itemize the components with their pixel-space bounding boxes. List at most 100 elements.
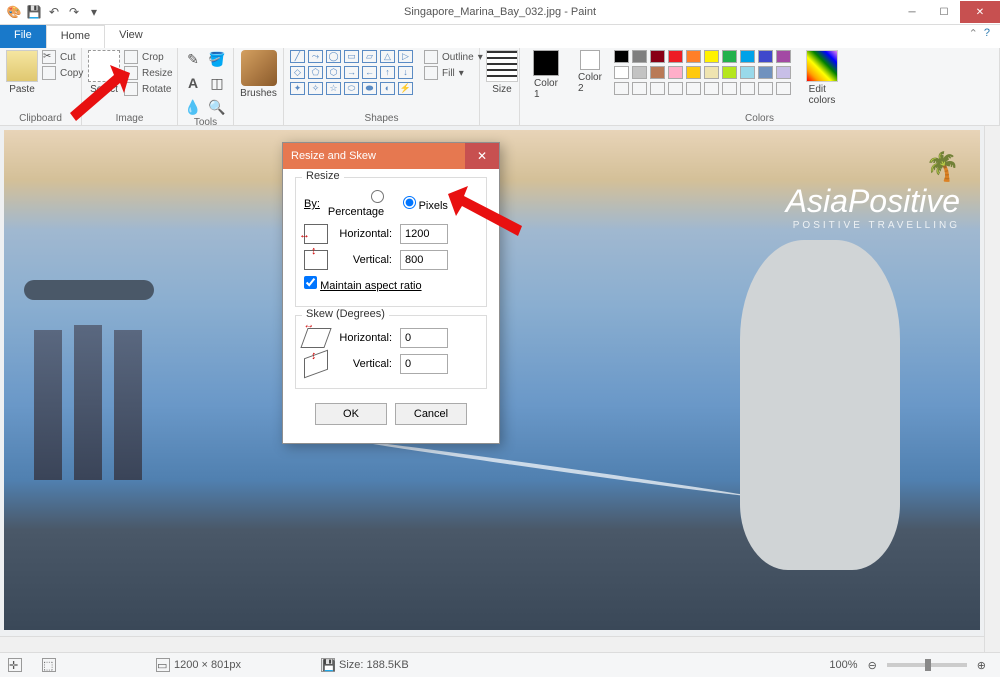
selection-icon: ⬚ <box>42 658 56 672</box>
pencil-icon[interactable]: ✎ <box>184 50 202 68</box>
close-button[interactable]: ✕ <box>960 1 1000 23</box>
palette-color[interactable] <box>704 50 719 63</box>
palette-empty[interactable] <box>668 82 683 95</box>
picker-icon[interactable]: 💧 <box>184 98 202 116</box>
palette-color[interactable] <box>758 50 773 63</box>
palette-color[interactable] <box>740 50 755 63</box>
shape-outline-button[interactable]: Outline ▾ <box>424 50 483 64</box>
resize-horizontal-input[interactable] <box>400 224 448 244</box>
palette-color[interactable] <box>686 50 701 63</box>
app-icon: 🎨 <box>6 4 22 20</box>
palette-color[interactable] <box>758 66 773 79</box>
save-icon[interactable]: 💾 <box>26 4 42 20</box>
tab-file[interactable]: File <box>0 25 46 48</box>
crop-icon <box>124 50 138 64</box>
minimize-button[interactable]: ─ <box>896 1 928 23</box>
dimensions-icon: ▭ <box>156 658 170 672</box>
status-bar: ✛ ⬚ ▭1200 × 801px 💾Size: 188.5KB 100% ⊖ … <box>0 652 1000 677</box>
vertical-scrollbar[interactable] <box>984 126 1000 652</box>
vertical-skew-icon: ↕ <box>304 350 328 379</box>
tab-home[interactable]: Home <box>46 25 105 48</box>
rotate-button[interactable]: Rotate <box>124 82 173 96</box>
copy-button[interactable]: Copy <box>42 66 83 80</box>
palette-color[interactable] <box>650 50 665 63</box>
horizontal-resize-icon: ↔ <box>304 224 328 244</box>
qat-dropdown-icon[interactable]: ▾ <box>86 4 102 20</box>
fill-icon <box>424 66 438 80</box>
palette-color[interactable] <box>650 66 665 79</box>
palette-color[interactable] <box>668 50 683 63</box>
zoom-in-button[interactable]: ⊕ <box>977 659 986 672</box>
palette-empty[interactable] <box>776 82 791 95</box>
dialog-titlebar[interactable]: Resize and Skew ✕ <box>283 143 499 169</box>
group-image-label: Image <box>88 112 171 124</box>
canvas-area: 🌴 AsiaPositive POSITIVE TRAVELLING <box>0 126 1000 652</box>
palette-empty[interactable] <box>722 82 737 95</box>
maintain-aspect-checkbox[interactable]: Maintain aspect ratio <box>304 276 422 292</box>
palette-empty[interactable] <box>632 82 647 95</box>
ok-button[interactable]: OK <box>315 403 387 425</box>
vertical-resize-icon: ↕ <box>304 250 328 270</box>
ribbon-tabs: File Home View ⌃ ? <box>0 25 1000 48</box>
color1-button[interactable]: Color 1 <box>526 50 566 100</box>
palette-empty[interactable] <box>704 82 719 95</box>
radio-pixels[interactable]: Pixels <box>392 196 448 212</box>
resize-vertical-input[interactable] <box>400 250 448 270</box>
palette-empty[interactable] <box>740 82 755 95</box>
window-title: Singapore_Marina_Bay_032.jpg - Paint <box>404 6 596 18</box>
palette-color[interactable] <box>632 50 647 63</box>
palette-empty[interactable] <box>686 82 701 95</box>
dialog-close-button[interactable]: ✕ <box>465 143 499 169</box>
select-button[interactable]: Select <box>88 50 120 95</box>
cancel-button[interactable]: Cancel <box>395 403 467 425</box>
undo-icon[interactable]: ↶ <box>46 4 62 20</box>
help-icon[interactable]: ? <box>984 27 990 46</box>
palette-color[interactable] <box>614 66 629 79</box>
paste-button[interactable]: Paste <box>6 50 38 95</box>
palette-empty[interactable] <box>650 82 665 95</box>
radio-percentage[interactable]: Percentage <box>328 190 384 218</box>
palette-color[interactable] <box>722 66 737 79</box>
palette-color[interactable] <box>632 66 647 79</box>
ribbon: Paste ✂Cut Copy Clipboard Select Crop Re… <box>0 48 1000 126</box>
palette-color[interactable] <box>740 66 755 79</box>
palette-color[interactable] <box>614 50 629 63</box>
ribbon-collapse-icon[interactable]: ⌃ <box>969 27 978 46</box>
group-clipboard-label: Clipboard <box>6 112 75 124</box>
palette-color[interactable] <box>776 50 791 63</box>
magnifier-icon[interactable]: 🔍 <box>208 98 226 116</box>
maximize-button[interactable]: ☐ <box>928 1 960 23</box>
skew-horizontal-input[interactable] <box>400 328 448 348</box>
color-palette[interactable] <box>614 50 792 96</box>
crop-button[interactable]: Crop <box>124 50 173 64</box>
horizontal-scrollbar[interactable] <box>0 636 984 652</box>
color2-button[interactable]: Color 2 <box>570 50 610 94</box>
palette-color[interactable] <box>722 50 737 63</box>
shape-fill-button[interactable]: Fill ▾ <box>424 66 483 80</box>
skew-vertical-input[interactable] <box>400 354 448 374</box>
horizontal-skew-icon: ↔ <box>300 328 331 348</box>
palette-color[interactable] <box>704 66 719 79</box>
redo-icon[interactable]: ↷ <box>66 4 82 20</box>
palette-empty[interactable] <box>758 82 773 95</box>
size-button[interactable]: Size <box>486 50 518 95</box>
palette-color[interactable] <box>776 66 791 79</box>
bucket-icon[interactable]: 🪣 <box>208 50 226 68</box>
palette-color[interactable] <box>668 66 683 79</box>
shapes-gallery[interactable]: ╱⤳◯▭▱△▷ ◇⬠⬡→←↑↓ ✦✧☆⬭⬬◐⚡ <box>290 50 414 96</box>
palette-empty[interactable] <box>614 82 629 95</box>
zoom-slider[interactable] <box>925 659 931 671</box>
text-icon[interactable]: A <box>184 74 202 92</box>
resize-button[interactable]: Resize <box>124 66 173 80</box>
cut-button[interactable]: ✂Cut <box>42 50 83 64</box>
select-icon <box>88 50 120 82</box>
brushes-button[interactable]: Brushes <box>240 50 277 99</box>
edit-colors-button[interactable]: Edit colors <box>802 50 842 106</box>
palette-color[interactable] <box>686 66 701 79</box>
tab-view[interactable]: View <box>105 25 157 48</box>
color2-swatch <box>580 50 600 70</box>
dimensions-value: 1200 × 801px <box>174 659 241 671</box>
window-controls: ─ ☐ ✕ <box>896 1 1000 23</box>
zoom-out-button[interactable]: ⊖ <box>868 659 877 672</box>
eraser-icon[interactable]: ◫ <box>208 74 226 92</box>
